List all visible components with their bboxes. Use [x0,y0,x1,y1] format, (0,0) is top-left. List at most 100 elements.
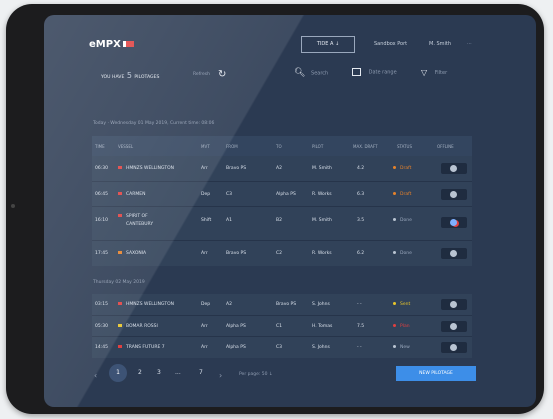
row-draft: 3.5 [357,218,365,223]
filter-control[interactable]: ▽ Filter [421,68,447,77]
column-header: VESSEL [118,144,134,149]
search-icon: 🔍︎ [294,68,306,78]
row-vessel: SAXONIA [118,251,146,256]
offline-toggle-icon [450,191,457,198]
status-text: Plan [400,324,410,329]
row-to: C1 [276,324,283,329]
vessel-flag-icon [118,214,122,217]
offline-toggle[interactable] [441,321,467,332]
vessel-flag-icon [118,251,122,254]
table-row[interactable]: 16:10 SPIRIT OF CANTEBURY Shift A1 B2 M.… [92,206,472,241]
status-dot-icon [393,324,396,327]
row-status: Draft [393,166,411,171]
row-status: Done [393,218,412,223]
offline-toggle-icon [450,301,457,308]
row-vessel: TRANS FUTURE 7 [118,345,165,350]
table-row[interactable]: 17:45 SAXONIA Arr Bravo PS C2 R. Works 6… [92,240,472,266]
row-status: Draft [393,192,411,197]
more-menu-icon[interactable]: ··· [467,41,472,47]
row-pilot: M. Smith [312,166,332,171]
row-time: 16:10 [95,218,108,223]
row-mvt: Dep [201,192,211,197]
row-pilot: M. Smith [312,218,332,223]
pagination-next-icon[interactable]: › [219,371,222,380]
new-pilotage-button[interactable]: NEW PILOTAGE [396,366,476,381]
row-mvt: Dep [201,302,211,307]
row-pilot: S. Johns [312,302,330,307]
table-row[interactable]: 06:30 HMNZS WELLINGTON Arr Bravo PS A2 M… [92,156,472,181]
app-screen: eMPX TIDE A ↓ Sandbox Port M. Smith ··· … [44,15,536,407]
row-pilot: S. Johns [312,345,330,350]
row-draft: - - [357,345,362,350]
table-row[interactable]: 14:45 TRANS FUTURE 7 Arr Alpha PS C3 S. … [92,336,472,358]
refresh-label: Refresh [193,72,210,77]
offline-toggle-icon [450,165,457,172]
port-selector[interactable]: Sandbox Port [374,41,407,47]
offline-toggle[interactable] [441,248,467,259]
logo-flag-icon [122,41,134,47]
row-time: 14:45 [95,345,108,350]
pilotage-count: 5 [126,71,132,80]
vessel-name: SPIRIT OF [126,214,148,219]
row-from: Bravo PS [226,166,247,171]
offline-toggle[interactable] [441,189,467,200]
row-mvt: Arr [201,166,208,171]
date-range-placeholder: Date range [368,69,397,76]
offline-toggle[interactable] [441,342,467,353]
table-row[interactable]: 05:30 BOMAR ROSSI Arr Alpha PS C1 H. Tom… [92,315,472,337]
page-ellipsis: ... [175,369,181,376]
offline-toggle[interactable] [441,163,467,174]
row-from: A2 [226,302,232,307]
row-draft: 6.3 [357,192,365,197]
column-header: OFFLINE [437,144,454,149]
table-row[interactable]: 06:45 CARMEN Dep C3 Alpha PS R. Works 6.… [92,181,472,207]
page-link[interactable]: 7 [199,369,203,376]
camera-dot [11,204,15,208]
search-control[interactable]: 🔍︎ Search [294,68,328,78]
row-to: A2 [276,166,282,171]
row-to: C2 [276,251,283,256]
status-text: Draft [400,166,412,171]
page-link[interactable]: 3 [157,369,161,376]
tide-button[interactable]: TIDE A ↓ [301,36,355,53]
date-range-control[interactable]: Date range [352,68,397,76]
column-header: FROM [226,144,238,149]
per-page-select[interactable]: Per page: 50 ↓ [239,372,273,377]
row-time: 06:45 [95,192,108,197]
row-time: 17:45 [95,251,108,256]
row-from: Bravo PS [226,251,247,256]
row-vessel: CARMEN [118,192,145,197]
row-draft: 6.2 [357,251,365,256]
row-vessel: BOMAR ROSSI [118,324,158,329]
refresh-icon[interactable]: ↻ [218,69,226,80]
page-current[interactable]: 1 [109,364,127,382]
user-menu[interactable]: M. Smith [429,41,451,47]
offline-toggle-icon [450,219,457,226]
row-draft: - - [357,302,362,307]
column-header: TO [276,144,282,149]
logo-text: eMPX [89,39,121,50]
status-text: Sent [400,302,411,307]
row-vessel: HMNZS WELLINGTON [118,302,174,307]
status-dot-icon [393,302,396,305]
row-vessel-line2: CANTEBURY [126,222,154,227]
offline-toggle-icon [450,323,457,330]
vessel-name: HMNZS WELLINGTON [126,302,174,307]
thursday-label: Thursday 02 May 2019 [93,280,145,285]
row-vessel: SPIRIT OF [118,214,148,219]
column-header: PILOT [312,144,324,149]
vessel-name: BOMAR ROSSI [126,324,158,329]
offline-toggle[interactable] [441,217,467,228]
page-link[interactable]: 2 [138,369,142,376]
column-header: MVT [201,144,210,149]
offline-toggle-icon [450,250,457,257]
offline-toggle[interactable] [441,299,467,310]
column-header: MAX. DRAFT [353,144,378,149]
row-draft: 4.2 [357,166,365,171]
table-row[interactable]: 03:15 HMNZS WELLINGTON Dep A2 Bravo PS S… [92,294,472,315]
row-from: A1 [226,218,232,223]
status-dot-icon [393,192,396,195]
calendar-icon [352,68,361,76]
pagination-prev-icon[interactable]: ‹ [94,371,97,380]
filter-label: Filter [434,70,448,76]
